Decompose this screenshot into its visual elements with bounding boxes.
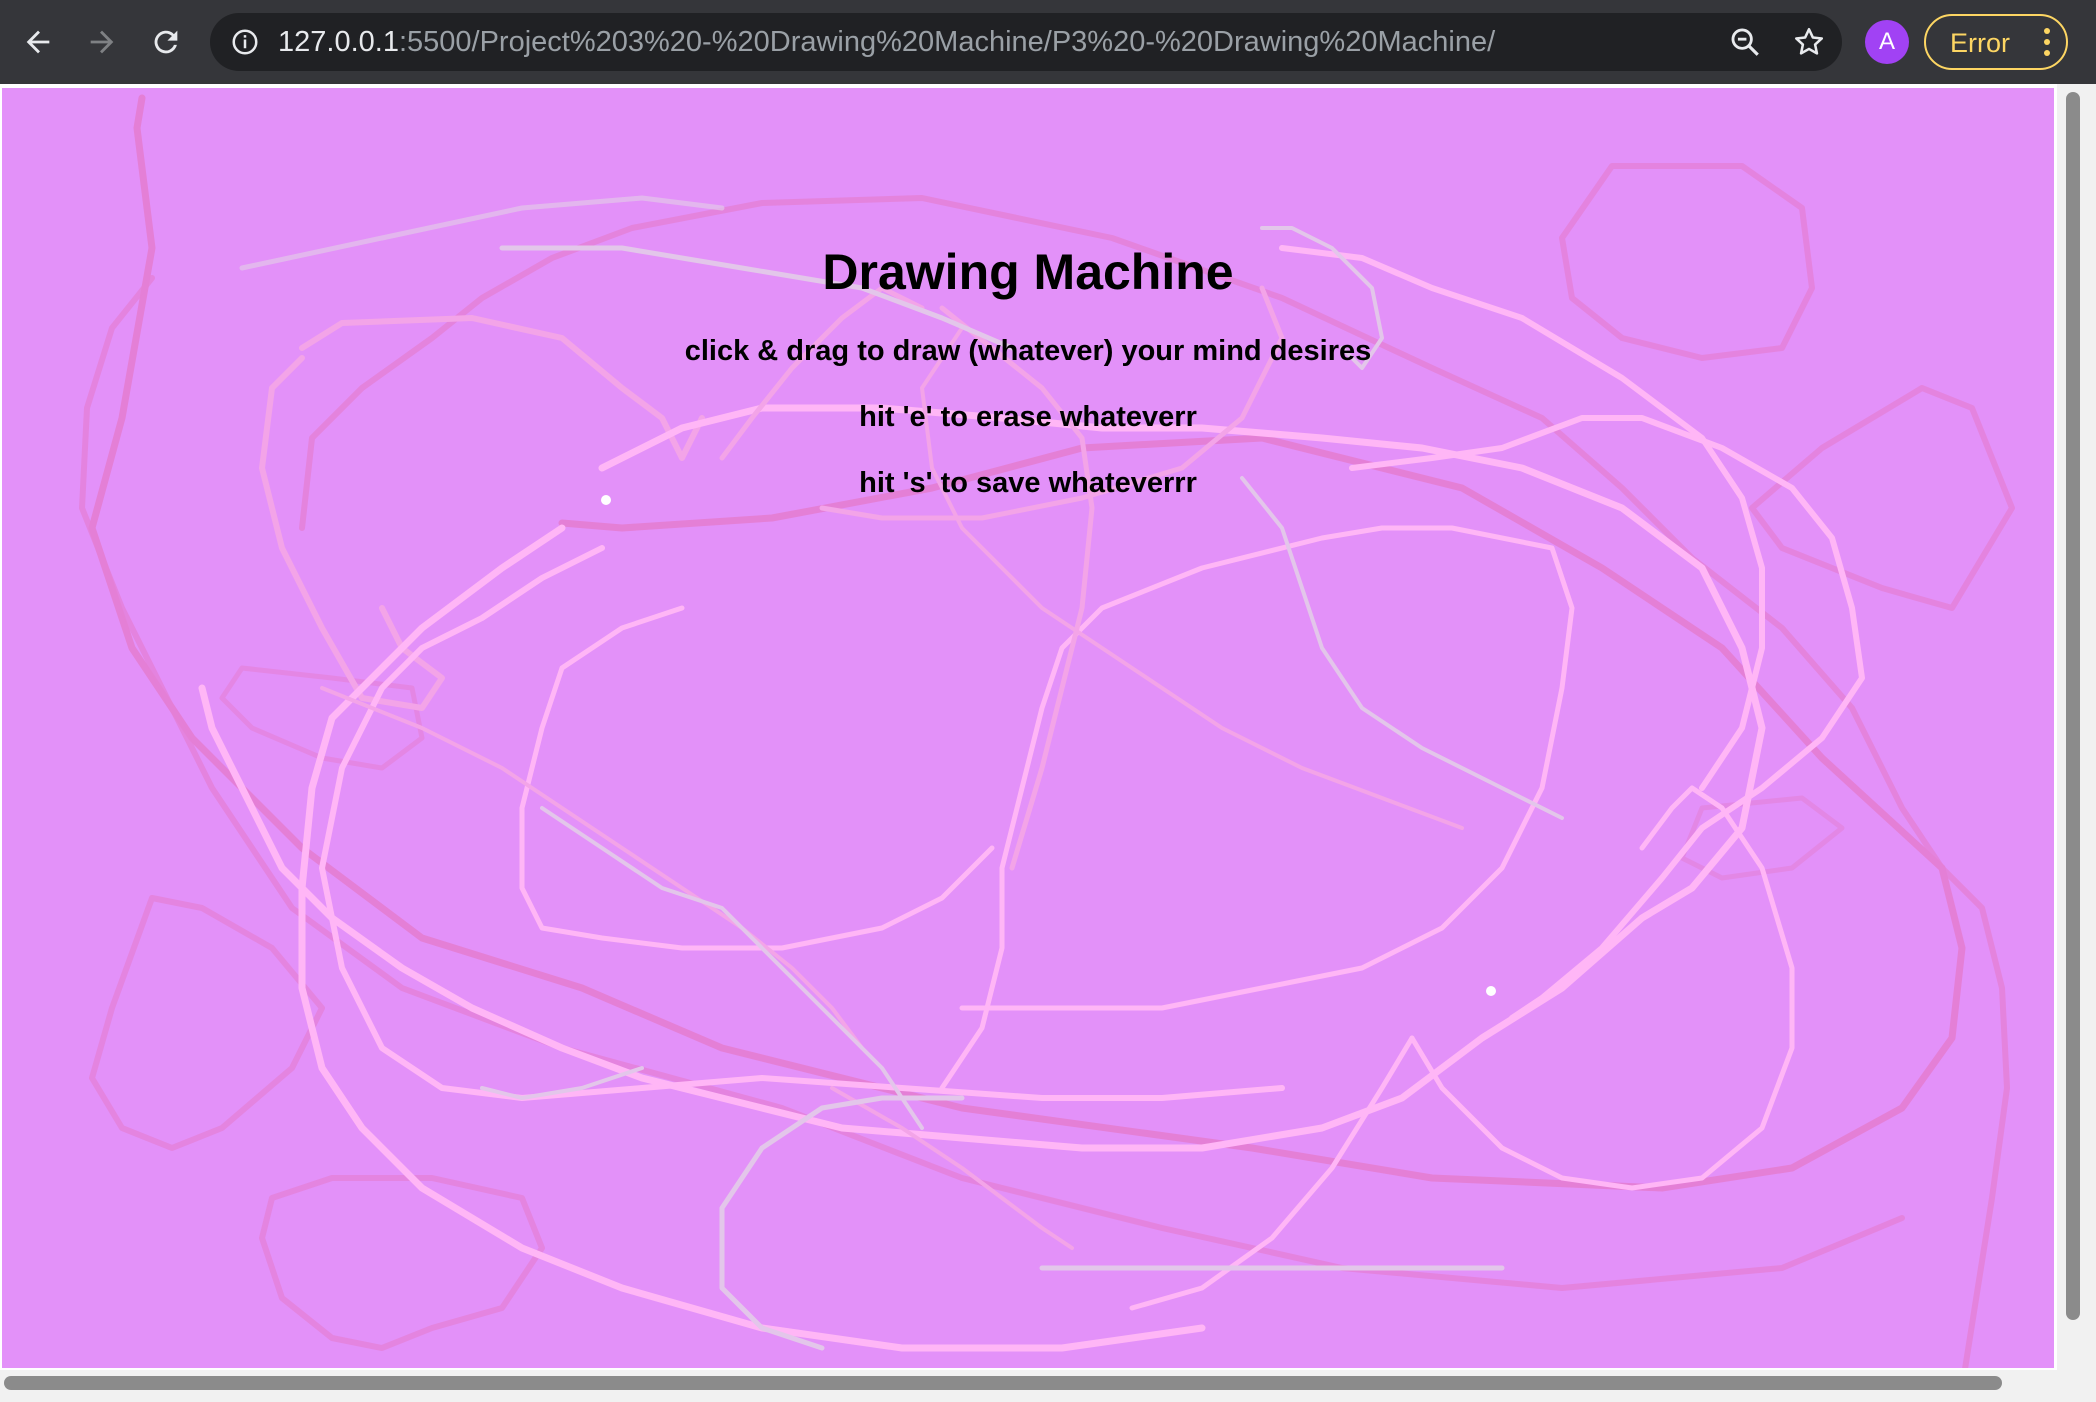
page-viewport: Drawing Machine click & drag to draw (wh…	[0, 84, 2096, 1402]
page-title: Drawing Machine	[822, 244, 1234, 300]
star-icon[interactable]	[1792, 25, 1826, 59]
forward-button[interactable]	[76, 16, 128, 68]
zoom-icon[interactable]	[1728, 25, 1762, 59]
arrow-left-icon	[26, 30, 50, 54]
url-host: 127.0.0.1	[278, 26, 399, 58]
url-path: :5500/Project%203%20-%20Drawing%20Machin…	[398, 26, 1496, 58]
error-label: Error	[1950, 28, 2010, 58]
profile-avatar[interactable]: A	[1865, 20, 1909, 64]
vertical-scrollbar-thumb[interactable]	[2066, 92, 2080, 1320]
back-button[interactable]	[12, 16, 64, 68]
instruction-draw: click & drag to draw (whatever) your min…	[684, 335, 1372, 367]
browser-toolbar: 127.0.0.1:5500/Project%203%20-%20Drawing…	[0, 0, 2096, 84]
address-bar[interactable]: 127.0.0.1:5500/Project%203%20-%20Drawing…	[210, 13, 1842, 71]
arrow-right-icon	[90, 30, 114, 54]
error-menu-button[interactable]: Error	[1924, 14, 2068, 70]
instruction-erase: hit 'e' to erase whateverr	[859, 401, 1197, 433]
drawing-canvas[interactable]: Drawing Machine click & drag to draw (wh…	[2, 88, 2054, 1368]
horizontal-scrollbar-thumb[interactable]	[4, 1376, 2002, 1390]
info-circle-icon[interactable]	[230, 27, 260, 57]
instruction-save: hit 's' to save whateverrr	[859, 467, 1197, 499]
reload-button[interactable]	[140, 16, 192, 68]
url-text[interactable]: 127.0.0.1:5500/Project%203%20-%20Drawing…	[278, 13, 1495, 71]
kebab-menu-icon	[2044, 28, 2050, 56]
reload-icon	[154, 30, 178, 54]
